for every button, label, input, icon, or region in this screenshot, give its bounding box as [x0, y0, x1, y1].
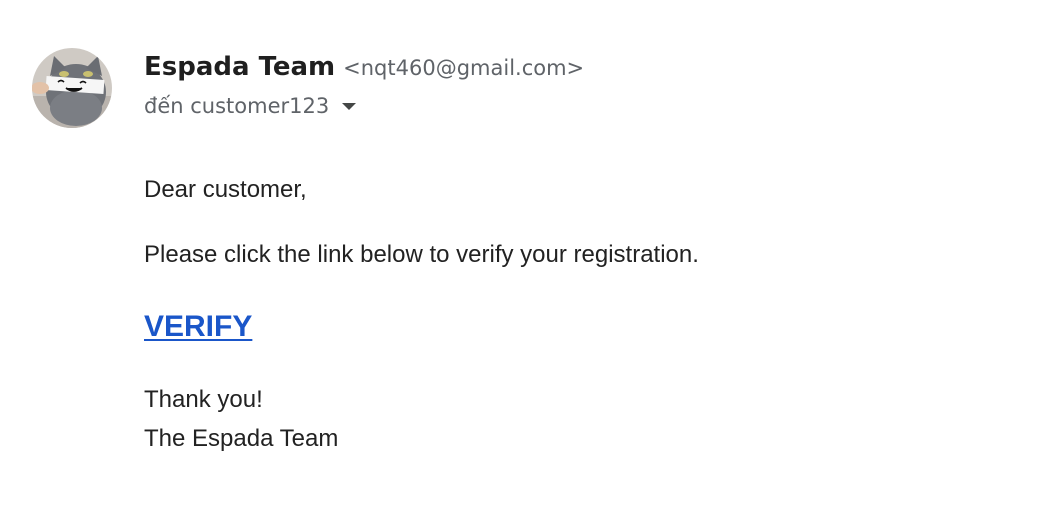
email-message-view: Espada Team <nqt460@gmail.com> đến custo…: [0, 0, 1052, 508]
sender-name[interactable]: Espada Team: [144, 52, 335, 82]
caret-down-icon[interactable]: [342, 102, 357, 110]
recipient-label: đến customer123: [144, 94, 330, 118]
email-closing: Thank you!: [144, 386, 263, 413]
verify-link[interactable]: VERIFY: [144, 310, 252, 344]
recipient-details-toggle[interactable]: đến customer123: [144, 94, 584, 118]
sender-line: Espada Team <nqt460@gmail.com>: [144, 52, 584, 82]
email-subject-clipped: [144, 0, 584, 10]
email-greeting: Dear customer,: [144, 176, 307, 203]
cat-avatar-icon: [32, 48, 112, 128]
subject-glyph-tails: [144, 0, 584, 3]
sender-info: Espada Team <nqt460@gmail.com> đến custo…: [144, 52, 584, 118]
sender-email-address: <nqt460@gmail.com>: [343, 56, 585, 80]
email-signature: The Espada Team: [144, 425, 339, 452]
sender-avatar[interactable]: [32, 48, 112, 128]
email-instruction: Please click the link below to verify yo…: [144, 241, 699, 268]
